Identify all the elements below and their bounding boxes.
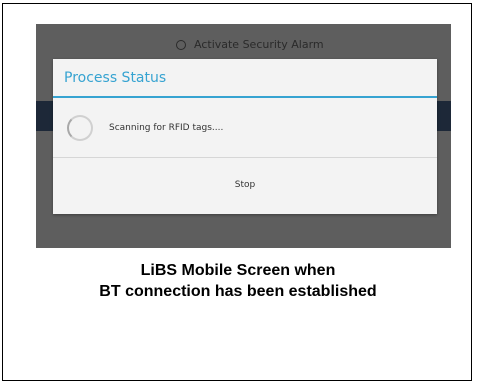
- slide-caption: LiBS Mobile Screen when BT connection ha…: [3, 260, 473, 302]
- security-alarm-option[interactable]: Activate Security Alarm: [176, 38, 324, 51]
- loading-spinner-icon: [67, 114, 93, 141]
- stop-button[interactable]: Stop: [53, 158, 437, 212]
- process-status-dialog: Process Status Scanning for RFID tags...…: [53, 59, 437, 214]
- dialog-title: Process Status: [53, 59, 437, 98]
- app-screenshot: Activate Security Alarm Process Status S…: [36, 24, 451, 248]
- dialog-message: Scanning for RFID tags....: [109, 122, 224, 133]
- caption-line-1: LiBS Mobile Screen when: [140, 262, 336, 279]
- security-alarm-label: Activate Security Alarm: [194, 38, 324, 51]
- radio-button-icon[interactable]: [176, 39, 186, 50]
- dialog-body: Scanning for RFID tags....: [53, 98, 437, 158]
- slide-frame: Activate Security Alarm Process Status S…: [2, 3, 472, 381]
- caption-line-2: BT connection has been established: [99, 283, 377, 300]
